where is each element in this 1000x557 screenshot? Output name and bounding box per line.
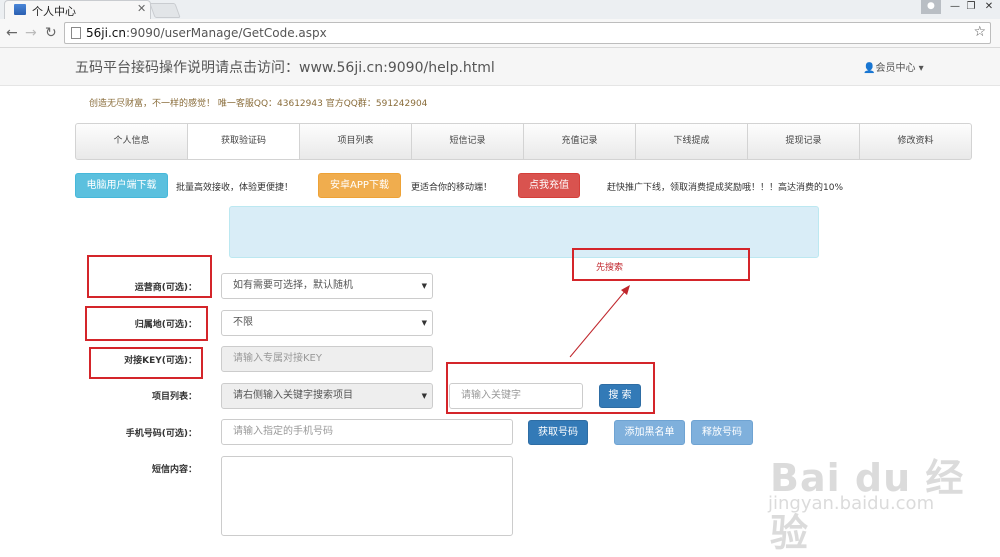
- main-nav-tabs: 个人信息 获取验证码 项目列表 短信记录 充值记录 下线提成 提现记录 修改资料: [75, 123, 972, 160]
- pc-download-text: 批量高效接收，体验更便捷！: [176, 183, 294, 193]
- address-bar[interactable]: 56ji.cn:9090/userManage/GetCode.aspx ☆: [64, 22, 991, 44]
- region-select-value: 不限: [233, 317, 253, 328]
- api-key-placeholder: 请输入专属对接KEY: [233, 353, 322, 364]
- android-app-download-button[interactable]: 安卓APP下载: [318, 173, 401, 198]
- url-text: 56ji.cn:9090/userManage/GetCode.aspx: [86, 26, 327, 40]
- sms-content-textarea[interactable]: [221, 456, 513, 536]
- add-blacklist-button[interactable]: 添加黑名单: [614, 420, 685, 445]
- tab-close-icon[interactable]: ✕: [137, 2, 146, 15]
- recharge-promo-text: 赶快推广下线，领取消费提成奖励哦！！！高达消费的10%: [607, 183, 844, 193]
- caret-down-icon: ▾: [918, 63, 924, 74]
- annotation-box-key: [89, 347, 203, 379]
- phone-label: 手机号码(可选)：: [125, 429, 197, 439]
- tab-title: 个人中心: [32, 5, 76, 18]
- reload-icon[interactable]: ↻: [45, 25, 57, 41]
- project-list-label: 项目列表：: [151, 392, 197, 402]
- release-number-button[interactable]: 释放号码: [691, 420, 753, 445]
- region-select[interactable]: 不限 ▼: [221, 310, 433, 336]
- annotation-box-search: [446, 362, 655, 414]
- tab-project-list[interactable]: 项目列表: [300, 124, 412, 159]
- url-path: :9090/userManage/GetCode.aspx: [125, 26, 327, 40]
- carrier-select[interactable]: 如有需要可选择，默认随机 ▼: [221, 273, 433, 299]
- baidu-watermark-url: jingyan.baidu.com: [768, 493, 935, 514]
- new-tab-button[interactable]: [149, 3, 181, 18]
- site-title[interactable]: 五码平台接码操作说明请点击访问：www.56ji.cn:9090/help.ht…: [75, 57, 495, 77]
- user-icon: ●: [927, 1, 935, 11]
- browser-tab[interactable]: 个人中心 ✕: [4, 0, 151, 19]
- api-key-input[interactable]: 请输入专属对接KEY: [221, 346, 433, 372]
- member-center-label: 会员中心: [875, 63, 916, 74]
- phone-input[interactable]: 请输入指定的手机号码: [221, 419, 513, 445]
- tab-edit-profile[interactable]: 修改资料: [860, 124, 971, 159]
- window-maximize-button[interactable]: ❐: [962, 0, 980, 14]
- browser-profile-button[interactable]: ●: [921, 0, 941, 14]
- phone-placeholder: 请输入指定的手机号码: [233, 426, 333, 437]
- caret-down-icon: ▼: [421, 282, 427, 290]
- tab-personal-info[interactable]: 个人信息: [76, 124, 188, 159]
- project-select[interactable]: 请右侧输入关键字搜索项目 ▼: [221, 383, 433, 409]
- tab-sms-records[interactable]: 短信记录: [412, 124, 524, 159]
- member-center-dropdown[interactable]: 👤会员中心 ▾: [863, 59, 924, 74]
- carrier-select-value: 如有需要可选择，默认随机: [233, 280, 353, 291]
- annotation-arrow: [569, 285, 630, 358]
- tab-recharge-records[interactable]: 充值记录: [524, 124, 636, 159]
- back-icon[interactable]: ←: [6, 25, 18, 41]
- get-number-button[interactable]: 获取号码: [528, 420, 588, 445]
- tab-referral-commission[interactable]: 下线提成: [636, 124, 748, 159]
- sms-content-label: 短信内容：: [151, 465, 197, 475]
- page-icon: [71, 27, 81, 39]
- favicon-icon: [14, 4, 26, 15]
- contact-line: 创造无尽财富，不一样的感觉！ 唯一客服QQ：43612943 官方QQ群：591…: [89, 99, 428, 109]
- address-bar-row: ← → ↻ 56ji.cn:9090/userManage/GetCode.as…: [0, 19, 1000, 48]
- tab-get-code[interactable]: 获取验证码: [188, 124, 300, 159]
- caret-down-icon: ▼: [421, 392, 427, 400]
- window-close-button[interactable]: ✕: [980, 0, 998, 14]
- user-icon: 👤: [863, 63, 876, 74]
- annotation-box-region: [85, 306, 208, 341]
- bookmark-star-icon[interactable]: ☆: [973, 24, 986, 40]
- annotation-box-carrier: [87, 255, 212, 298]
- site-header: 五码平台接码操作说明请点击访问：www.56ji.cn:9090/help.ht…: [0, 48, 1000, 86]
- apk-download-text: 更适合你的移动端！: [411, 183, 493, 193]
- recharge-button[interactable]: 点我充值: [518, 173, 580, 198]
- url-host: 56ji.cn: [86, 26, 126, 40]
- annotation-search-first-text: 先搜索: [596, 263, 624, 273]
- forward-icon[interactable]: →: [25, 25, 37, 41]
- caret-down-icon: ▼: [421, 319, 427, 327]
- tab-withdrawal-records[interactable]: 提现记录: [748, 124, 860, 159]
- browser-tab-bar: 个人中心 ✕ ● — ❐ ✕: [0, 0, 1000, 19]
- pc-client-download-button[interactable]: 电脑用户端下载: [75, 173, 168, 198]
- project-select-value: 请右侧输入关键字搜索项目: [233, 390, 353, 401]
